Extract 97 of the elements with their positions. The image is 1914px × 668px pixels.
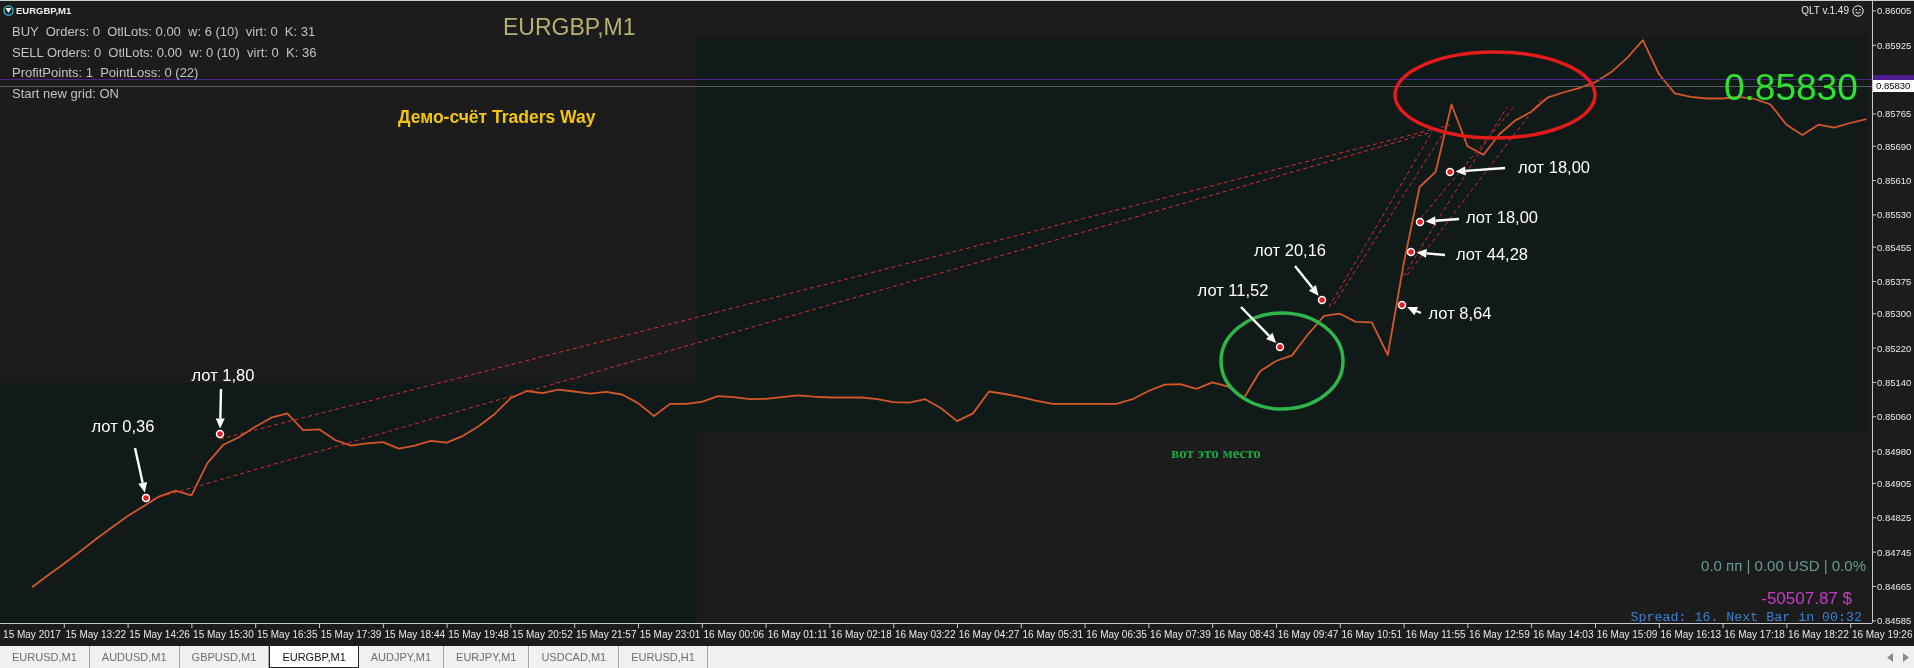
price-axis-label: 0.84825 bbox=[1877, 512, 1912, 524]
price-axis-label: 0.85220 bbox=[1877, 342, 1912, 354]
order-marker bbox=[1415, 217, 1425, 227]
pointer-arrow bbox=[1294, 265, 1319, 296]
time-axis-label: 16 May 11:55 bbox=[1405, 628, 1466, 640]
time-axis-label: 16 May 09:47 bbox=[1277, 628, 1339, 640]
order-marker bbox=[141, 493, 151, 503]
chart-tab[interactable]: AUDUSD,M1 bbox=[89, 646, 180, 668]
current-price: 0.85830 bbox=[1724, 69, 1858, 106]
current-price-tag: 0.85830 bbox=[1873, 80, 1914, 92]
order-marker bbox=[1317, 295, 1327, 305]
price-axis-label: 0.85925 bbox=[1877, 39, 1912, 51]
lot-label: лот 8,64 bbox=[1428, 304, 1492, 322]
time-axis-label: 15 May 17:39 bbox=[320, 628, 382, 640]
time-axis-label: 15 May 14:26 bbox=[129, 628, 190, 640]
status-line: SELL Orders: 0 OtlLots: 0.00 w: 0 (10) virt: 0 K: 36 bbox=[12, 43, 317, 62]
scroll-right-icon[interactable] bbox=[1903, 652, 1909, 662]
lot-label: лот 44,28 bbox=[1455, 245, 1529, 263]
time-axis-label: 15 May 23:01 bbox=[639, 628, 701, 640]
price-axis-label: 0.85610 bbox=[1877, 175, 1912, 186]
time-axis-label: 16 May 10:51 bbox=[1341, 628, 1403, 640]
time-axis-label: 16 May 01:11 bbox=[767, 628, 828, 640]
time-axis-label: 15 May 2017 bbox=[3, 628, 61, 640]
time-axis-label: 16 May 14:03 bbox=[1532, 628, 1594, 640]
lot-label: лот 0,36 bbox=[91, 417, 155, 435]
order-marker bbox=[1406, 247, 1416, 257]
chart-tab[interactable]: EURGBP,M1 bbox=[269, 646, 359, 668]
price-axis-label: 0.84905 bbox=[1877, 477, 1912, 489]
pointer-arrow bbox=[133, 447, 148, 493]
price-axis-label: 0.85140 bbox=[1877, 376, 1912, 388]
time-axis-label: 16 May 17:18 bbox=[1724, 628, 1785, 640]
price-axis-label: 0.85530 bbox=[1877, 209, 1912, 221]
price-axis-label: 0.84585 bbox=[1877, 615, 1912, 627]
time-axis-label: 16 May 02:18 bbox=[831, 628, 892, 640]
price-axis-label: 0.84665 bbox=[1877, 580, 1912, 592]
note-label: вот это место bbox=[1171, 445, 1261, 461]
pointer-arrow bbox=[1416, 248, 1446, 258]
time-axis-label: 15 May 21:57 bbox=[575, 628, 637, 640]
time-axis-label: 16 May 16:13 bbox=[1660, 628, 1722, 640]
chart-tab[interactable]: EURJPY,M1 bbox=[444, 646, 530, 668]
time-axis-label: 16 May 19:26 bbox=[1851, 628, 1913, 640]
price-axis-label: 0.86005 bbox=[1877, 5, 1912, 17]
time-axis-label: 15 May 18:44 bbox=[384, 628, 446, 640]
pointer-arrow bbox=[1240, 306, 1277, 344]
time-axis-label: 16 May 12:59 bbox=[1469, 628, 1530, 640]
account-label: Демо-счёт Traders Way bbox=[398, 109, 596, 127]
pointer-arrow bbox=[215, 388, 225, 429]
time-axis-label: 16 May 08:43 bbox=[1213, 628, 1275, 640]
price-axis-label: 0.85060 bbox=[1877, 411, 1912, 423]
lot-label: лот 1,80 bbox=[191, 366, 255, 384]
price-axis-label: 0.85690 bbox=[1877, 140, 1912, 152]
lot-label: лот 11,52 bbox=[1197, 281, 1269, 299]
time-axis-label: 15 May 16:35 bbox=[256, 628, 318, 640]
profit-summary: 0.0 пп | 0.00 USD | 0.0% bbox=[1701, 558, 1866, 573]
price-axis-label: 0.85455 bbox=[1877, 241, 1912, 253]
time-axis-label: 16 May 05:31 bbox=[1022, 628, 1084, 640]
lot-label: лот 20,16 bbox=[1253, 241, 1327, 259]
price-axis-label: 0.84980 bbox=[1877, 445, 1912, 457]
lot-label: лот 18,00 bbox=[1465, 208, 1539, 226]
chart-window-title: EURGBP,M1 bbox=[16, 6, 72, 16]
price-axis-label: 0.85375 bbox=[1877, 275, 1912, 287]
balance-value: -50507.87 $ bbox=[1761, 590, 1852, 607]
pointer-arrow bbox=[1455, 166, 1506, 176]
pointer-arrow bbox=[1407, 306, 1422, 316]
symbol-heading: EURGBP,M1 bbox=[503, 16, 636, 39]
order-marker bbox=[215, 429, 225, 439]
time-axis-label: 15 May 19:48 bbox=[448, 628, 509, 640]
time-axis-label: 15 May 20:52 bbox=[512, 628, 573, 640]
time-axis-label: 16 May 03:22 bbox=[894, 628, 956, 640]
price-axis-label: 0.84745 bbox=[1877, 546, 1912, 558]
time-axis-label: 15 May 13:22 bbox=[65, 628, 127, 640]
smiley-icon bbox=[1852, 5, 1864, 17]
chart-window-icon bbox=[3, 5, 14, 16]
price-axis-label: 0.85300 bbox=[1877, 308, 1912, 320]
time-axis-label: 16 May 06:35 bbox=[1086, 628, 1147, 640]
time-axis-label: 16 May 04:27 bbox=[958, 628, 1020, 640]
price-axis-label: 0.85765 bbox=[1877, 108, 1912, 120]
lot-label: лот 18,00 bbox=[1517, 158, 1591, 176]
status-line: BUY Orders: 0 OtlLots: 0.00 w: 6 (10) virt: 0 K: 31 bbox=[12, 23, 317, 41]
chart-tab[interactable]: USDCAD,M1 bbox=[529, 646, 620, 668]
time-axis-label: 15 May 15:30 bbox=[193, 628, 254, 640]
time-axis-label: 16 May 07:39 bbox=[1150, 628, 1211, 640]
chart-tab[interactable]: AUDJPY,M1 bbox=[358, 646, 445, 668]
time-axis-label: 16 May 00:06 bbox=[703, 628, 765, 640]
order-marker bbox=[1397, 300, 1407, 310]
status-line: ProfitPoints: 1 PointLoss: 0 (22) bbox=[12, 64, 200, 82]
time-axis-label: 16 May 18:22 bbox=[1788, 628, 1849, 640]
spread-info: Spread: 16. Next Bar in 00:32 bbox=[1630, 611, 1862, 625]
version-label: QLT v.1.49 bbox=[1801, 5, 1849, 17]
scroll-left-icon[interactable] bbox=[1887, 652, 1893, 662]
chart-tab[interactable]: EURUSD,H1 bbox=[619, 646, 708, 668]
order-marker bbox=[1445, 167, 1455, 177]
time-axis-label: 16 May 15:09 bbox=[1596, 628, 1658, 640]
order-marker bbox=[1275, 342, 1285, 352]
chart-tab[interactable]: EURUSD,M1 bbox=[0, 646, 90, 668]
pointer-arrow bbox=[1425, 216, 1460, 226]
status-line: Start new grid: ON bbox=[12, 84, 120, 103]
